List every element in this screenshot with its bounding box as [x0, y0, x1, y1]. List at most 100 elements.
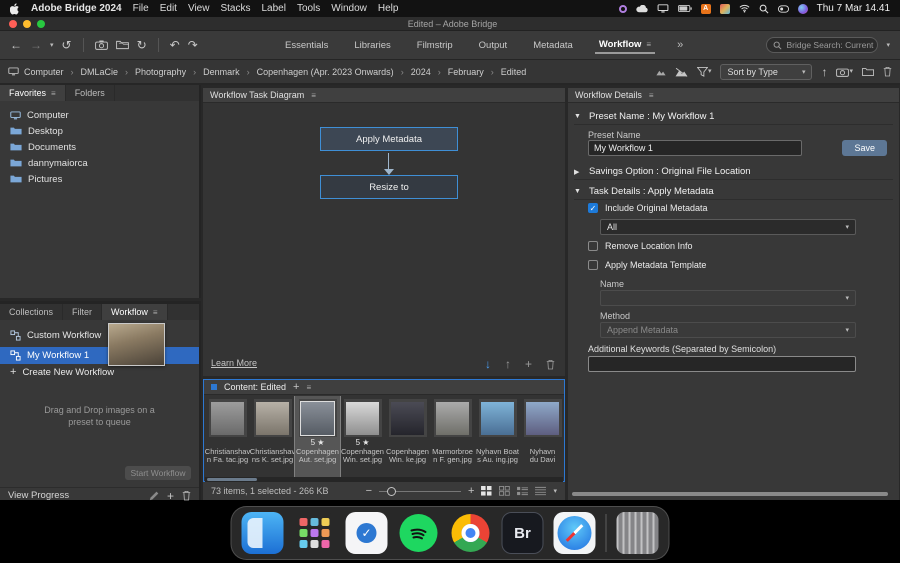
- thumbnail-view-icon[interactable]: [499, 486, 510, 496]
- workflow-panel-menu-icon[interactable]: ≡: [153, 308, 158, 317]
- collapse-triangle-icon[interactable]: ▼: [574, 113, 582, 120]
- breadcrumb-copenhagen[interactable]: Copenhagen (Apr. 2023 Onwards): [257, 67, 394, 77]
- content-add-icon[interactable]: +: [293, 382, 299, 393]
- content-item-8[interactable]: Nyhavn du Davi: [520, 396, 563, 477]
- thumbnail-quality-small-icon[interactable]: [656, 68, 666, 76]
- tab-essentials[interactable]: Essentials: [281, 38, 332, 53]
- favorites-item-dannymaiorca[interactable]: dannymaiorca: [0, 155, 199, 171]
- thumbnail-quality-large-icon[interactable]: [675, 67, 688, 77]
- remove-location-checkbox[interactable]: Remove Location Info: [588, 241, 693, 251]
- save-button[interactable]: Save: [842, 140, 887, 156]
- back-button[interactable]: ←: [10, 39, 22, 51]
- minimize-window-button[interactable]: [23, 20, 31, 28]
- apple-logo-icon[interactable]: [10, 3, 20, 15]
- breadcrumb-computer[interactable]: Computer: [24, 67, 64, 77]
- favorites-item-pictures[interactable]: Pictures: [0, 171, 199, 187]
- edit-workflow-icon[interactable]: [149, 491, 159, 501]
- checkbox-checked-icon[interactable]: ✓: [588, 203, 598, 213]
- collapse-triangle-icon[interactable]: ▼: [574, 188, 582, 195]
- tab-output[interactable]: Output: [475, 38, 512, 53]
- content-item-5[interactable]: Copenhagen Win. ke.jpg: [385, 396, 430, 477]
- delete-task-icon[interactable]: [546, 359, 555, 370]
- finder-dock-icon[interactable]: [242, 512, 284, 554]
- tab-filter[interactable]: Filter: [63, 304, 102, 320]
- bridge-search-input[interactable]: Bridge Search: Current ...: [766, 37, 878, 53]
- sort-ascending-icon[interactable]: ↑: [821, 66, 827, 78]
- wifi-icon[interactable]: [739, 4, 750, 13]
- breadcrumb-edited[interactable]: Edited: [501, 67, 527, 77]
- start-workflow-button[interactable]: Start Workflow: [125, 466, 191, 480]
- diagram-canvas[interactable]: Apply Metadata Resize to Learn More ↓ ↑ …: [203, 103, 565, 376]
- menu-tools[interactable]: Tools: [297, 3, 320, 14]
- menu-help[interactable]: Help: [378, 3, 399, 14]
- tab-filmstrip[interactable]: Filmstrip: [413, 38, 457, 53]
- reminders-dock-icon[interactable]: ✓: [346, 512, 388, 554]
- tab-workflow-panel[interactable]: Workflow≡: [102, 304, 168, 320]
- content-item-3-selected[interactable]: 5 ★ Copenhagen Aut. set.jpg: [295, 396, 340, 477]
- move-task-up-icon[interactable]: ↑: [505, 358, 511, 370]
- breadcrumb-2024[interactable]: 2024: [411, 67, 431, 77]
- adobe-bridge-dock-icon[interactable]: Br: [502, 512, 544, 554]
- content-item-7[interactable]: Nyhavn Boat s Au. ing.jpg: [475, 396, 520, 477]
- tab-collections[interactable]: Collections: [0, 304, 63, 320]
- zoom-out-icon[interactable]: −: [366, 486, 372, 497]
- favorites-item-desktop[interactable]: Desktop: [0, 123, 199, 139]
- refresh-icon[interactable]: ↻: [137, 39, 147, 51]
- delete-item-icon[interactable]: [883, 66, 892, 77]
- apply-metadata-template-checkbox[interactable]: Apply Metadata Template: [588, 260, 706, 270]
- photo-downloader-icon[interactable]: [95, 40, 108, 50]
- additional-keywords-input[interactable]: [588, 356, 856, 372]
- content-item-6[interactable]: Marmorbroe n F. gen.jpg: [430, 396, 475, 477]
- grid-view-icon[interactable]: [481, 486, 492, 496]
- close-window-button[interactable]: [9, 20, 17, 28]
- new-folder-icon[interactable]: [862, 67, 874, 77]
- search-options-chevron-icon[interactable]: ▾: [886, 42, 890, 49]
- checkbox-unchecked-icon[interactable]: [588, 241, 598, 251]
- zoom-in-icon[interactable]: +: [468, 486, 474, 497]
- details-view-icon[interactable]: [535, 486, 546, 496]
- display-icon[interactable]: [657, 4, 669, 13]
- add-workflow-icon[interactable]: +: [167, 490, 174, 502]
- recent-locations-chevron-icon[interactable]: ▾: [50, 42, 54, 49]
- preset-name-input[interactable]: [588, 140, 802, 156]
- add-task-icon[interactable]: +: [525, 358, 532, 370]
- rotate-right-icon[interactable]: ↷: [188, 39, 198, 51]
- camera-import-icon[interactable]: ▾: [836, 67, 853, 77]
- screen-record-icon[interactable]: [619, 5, 627, 13]
- section-savings-option[interactable]: ▶ Savings Option : Original File Locatio…: [574, 164, 893, 180]
- metadata-scope-dropdown[interactable]: All ▾: [600, 219, 856, 235]
- workflow-item-my-workflow-1[interactable]: My Workflow 1: [0, 347, 199, 364]
- menubar-clock[interactable]: Thu 7 Mar 14.41: [817, 3, 890, 14]
- menu-file[interactable]: File: [133, 3, 149, 14]
- battery-icon[interactable]: [678, 5, 692, 12]
- content-item-1[interactable]: Christianshav n Fa. tac.jpg: [205, 396, 250, 477]
- list-view-icon[interactable]: [517, 486, 528, 496]
- cloud-icon[interactable]: [636, 5, 648, 13]
- details-horizontal-scrollbar[interactable]: [572, 492, 888, 496]
- view-progress-link[interactable]: View Progress: [8, 490, 69, 501]
- breadcrumb-dmlacie[interactable]: DMLaCie: [81, 67, 119, 77]
- task-node-resize-to[interactable]: Resize to: [320, 175, 458, 199]
- filter-funnel-icon[interactable]: ▾: [697, 67, 712, 77]
- menu-stacks[interactable]: Stacks: [220, 3, 250, 14]
- thumbnail-size-slider[interactable]: [379, 491, 461, 492]
- include-original-metadata-checkbox[interactable]: ✓ Include Original Metadata: [588, 203, 708, 213]
- view-options-chevron-icon[interactable]: ▾: [553, 488, 557, 495]
- template-name-dropdown[interactable]: ▾: [600, 290, 856, 306]
- adobe-cc-badge-icon[interactable]: A: [701, 4, 711, 14]
- workspace-menu-icon[interactable]: ≡: [646, 40, 651, 49]
- spotlight-search-icon[interactable]: [759, 4, 769, 14]
- control-center-icon[interactable]: [778, 5, 789, 13]
- diagram-menu-icon[interactable]: ≡: [311, 91, 316, 100]
- chrome-dock-icon[interactable]: [450, 512, 492, 554]
- menu-view[interactable]: View: [188, 3, 210, 14]
- tab-workflow[interactable]: Workflow≡: [595, 37, 655, 54]
- content-menu-icon[interactable]: ≡: [306, 383, 311, 392]
- slider-knob[interactable]: [387, 487, 396, 496]
- rotate-left-icon[interactable]: ↶: [170, 39, 180, 51]
- queued-image-thumbnail[interactable]: [108, 323, 165, 366]
- tab-folders[interactable]: Folders: [66, 85, 115, 101]
- trash-dock-icon[interactable]: [617, 512, 659, 554]
- launchpad-dock-icon[interactable]: [294, 512, 336, 554]
- menu-window[interactable]: Window: [331, 3, 367, 14]
